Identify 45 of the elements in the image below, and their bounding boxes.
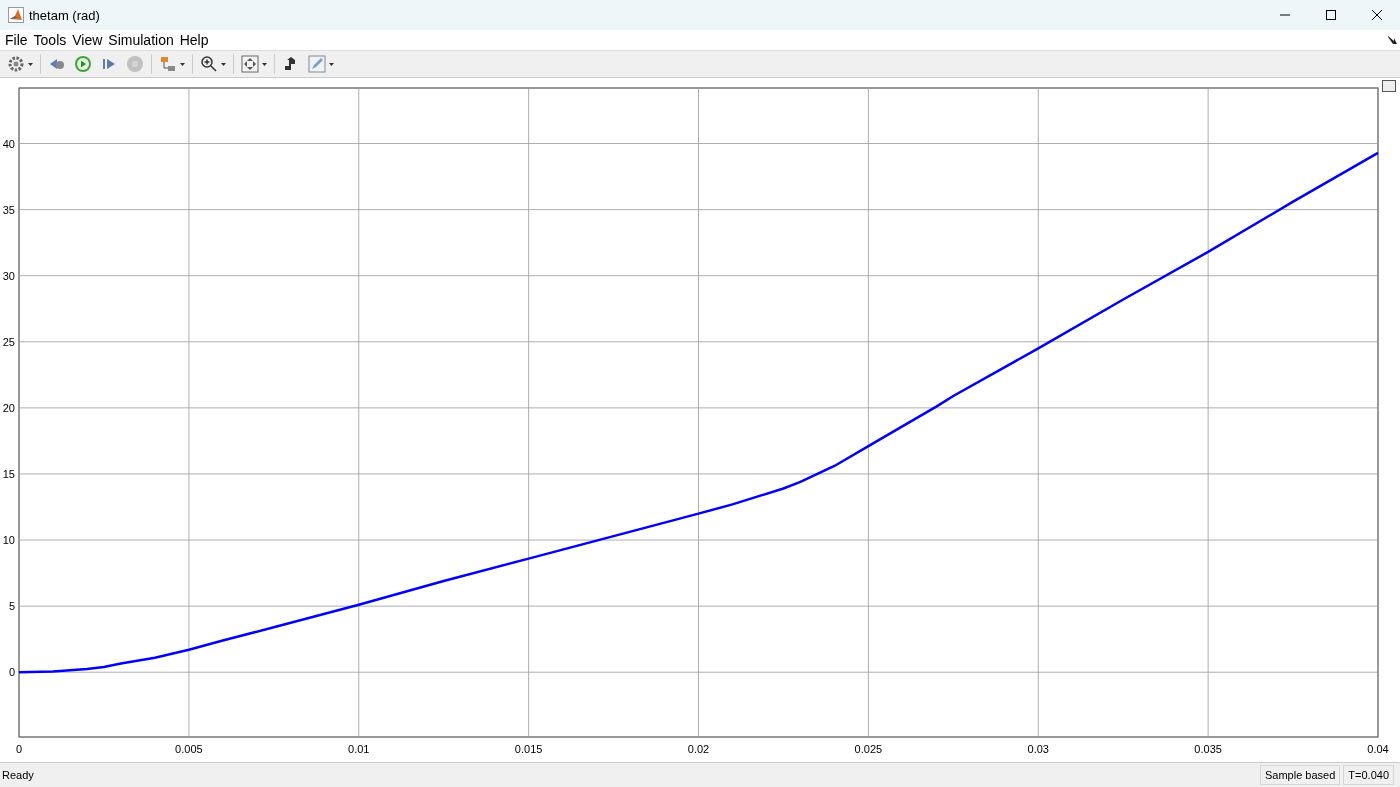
- caret-icon: [180, 62, 185, 66]
- y-tick-label: 10: [2, 533, 15, 546]
- x-tick-label: 0.04: [1367, 742, 1389, 755]
- status-message: Ready: [2, 768, 35, 781]
- window-title: thetam (rad): [29, 7, 101, 23]
- caret-icon: [329, 62, 334, 66]
- blocks-icon: [159, 55, 177, 74]
- y-tick-label: 20: [2, 401, 15, 414]
- x-tick-label: 0.035: [1194, 742, 1222, 755]
- caret-icon: [262, 62, 267, 66]
- sample-mode: Sample based: [1260, 764, 1341, 785]
- y-tick-label: 40: [2, 137, 15, 150]
- x-tick-label: 0.025: [854, 742, 883, 755]
- caret-icon: [28, 62, 33, 66]
- toolbar-button[interactable]: [238, 53, 270, 76]
- maximize-icon: [1325, 9, 1337, 21]
- stop-icon: [126, 55, 144, 74]
- y-tick-label: 5: [8, 599, 15, 612]
- pencil-icon: [308, 55, 326, 74]
- y-tick-label: 35: [2, 203, 15, 216]
- y-tick-label: 0: [8, 665, 15, 678]
- simulation-time: T=0.040: [1343, 764, 1394, 785]
- x-tick-label: 0.02: [687, 742, 710, 755]
- undock-arrow-icon[interactable]: [1388, 36, 1397, 45]
- fit-to-view-icon: [241, 55, 259, 74]
- menu-item[interactable]: Help: [176, 32, 212, 49]
- y-tick-label: 30: [2, 269, 15, 282]
- menu-item[interactable]: View: [69, 32, 106, 49]
- play-icon: [74, 55, 92, 74]
- y-tick-label: 15: [2, 467, 15, 480]
- caret-icon: [221, 62, 226, 66]
- x-tick-label: 0: [15, 742, 23, 755]
- gear-icon: [7, 55, 25, 74]
- zoom-in-icon: [200, 55, 218, 74]
- close-icon: [1371, 9, 1383, 21]
- x-tick-label: 0.01: [348, 742, 370, 755]
- menu-item[interactable]: Simulation: [105, 32, 177, 49]
- y-tick-label: 25: [2, 335, 15, 348]
- menu-item[interactable]: Tools: [30, 32, 70, 49]
- x-tick-label: 0.03: [1027, 742, 1049, 755]
- app-logo-icon: [8, 7, 24, 23]
- menu-item[interactable]: File: [2, 32, 31, 49]
- x-tick-label: 0.005: [175, 742, 203, 755]
- undock-button[interactable]: [1382, 79, 1396, 92]
- x-tick-label: 0.015: [514, 742, 543, 755]
